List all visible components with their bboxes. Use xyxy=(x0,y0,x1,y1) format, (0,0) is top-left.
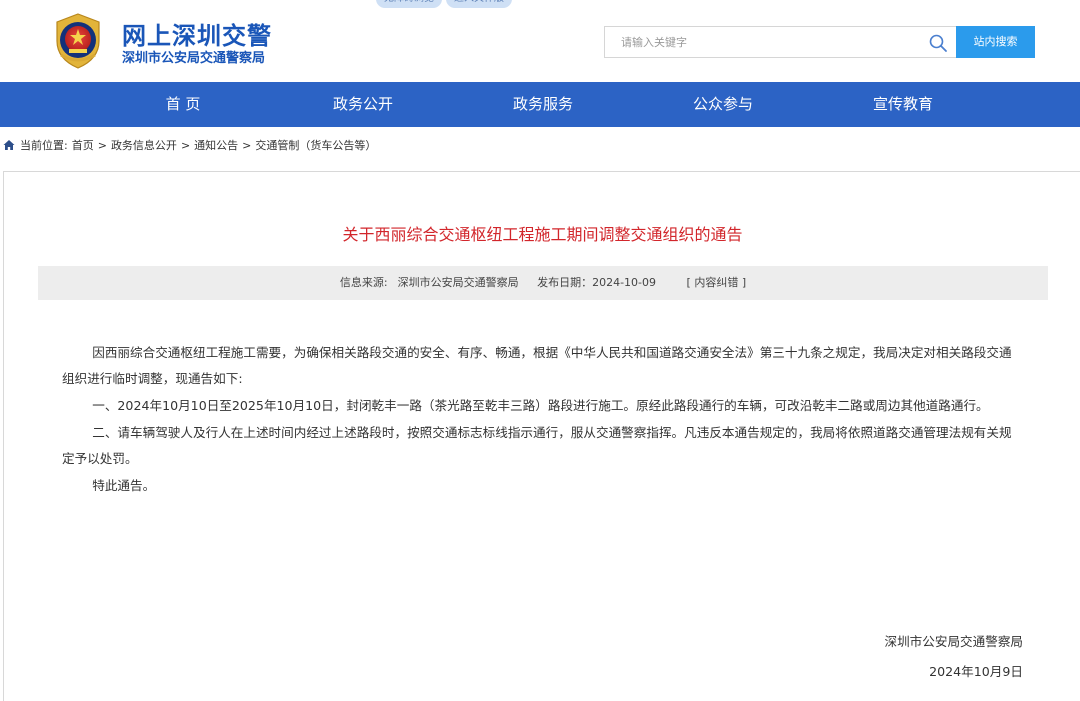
breadcrumb-label: 当前位置: xyxy=(20,139,68,152)
signature-date: 2024年10月9日 xyxy=(929,664,1023,679)
breadcrumb-notices[interactable]: 通知公告 xyxy=(194,137,238,153)
article-body: 因西丽综合交通枢纽工程施工需要，为确保相关路段交通的安全、有序、畅通，根据《中华… xyxy=(62,340,1024,500)
search-box xyxy=(604,26,956,58)
site-subtitle: 深圳市公安局交通警察局 xyxy=(122,51,266,66)
article-paragraph: 一、2024年10月10日至2025年10月10日，封闭乾丰一路（茶光路至乾丰三… xyxy=(92,398,989,413)
main-nav: 首 页 政务公开 政务服务 公众参与 宣传教育 xyxy=(0,82,1080,127)
article-signature: 深圳市公安局交通警察局 2024年10月9日 xyxy=(884,627,1023,687)
breadcrumb-home[interactable]: 首页 xyxy=(72,137,94,153)
source-label: 信息来源: xyxy=(339,276,388,289)
home-icon xyxy=(3,140,15,150)
source-value: 深圳市公安局交通警察局 xyxy=(397,276,519,289)
site-search-button[interactable]: 站内搜索 xyxy=(956,26,1035,58)
breadcrumb-separator: > xyxy=(97,138,107,152)
nav-item-home[interactable]: 首 页 xyxy=(93,82,273,127)
breadcrumb-separator: > xyxy=(242,138,252,152)
date-value: 2024-10-09 xyxy=(592,276,657,289)
article-meta-bar: 信息来源: 深圳市公安局交通警察局 发布日期：2024-10-09 [ 内容纠错 … xyxy=(38,266,1048,300)
site-title[interactable]: 网上深圳交警 xyxy=(122,16,272,51)
article-paragraph: 因西丽综合交通枢纽工程施工需要，为确保相关路段交通的安全、有序、畅通，根据《中华… xyxy=(62,345,1012,386)
article-title: 关于西丽综合交通枢纽工程施工期间调整交通组织的通告 xyxy=(342,225,743,244)
signature-org: 深圳市公安局交通警察局 xyxy=(884,634,1023,649)
content-correction-link[interactable]: [ 内容纠错 ] xyxy=(687,276,747,289)
breadcrumb-traffic-control[interactable]: 交通管制（货车公告等） xyxy=(255,137,376,153)
nav-item-public-participation[interactable]: 公众参与 xyxy=(633,82,813,127)
nav-item-gov-affairs-open[interactable]: 政务公开 xyxy=(273,82,453,127)
search-input[interactable] xyxy=(605,27,905,57)
breadcrumb-separator: > xyxy=(180,138,191,152)
site-header: 网上深圳交警 深圳市公安局交通警察局 站内搜索 xyxy=(0,0,1080,82)
breadcrumb: 当前位置: 首页 > 政务信息公开 > 通知公告 > 交通管制（货车公告等） xyxy=(3,137,380,153)
article-panel: 关于西丽综合交通枢纽工程施工期间调整交通组织的通告 信息来源: 深圳市公安局交通警… xyxy=(3,171,1080,701)
breadcrumb-gov-info[interactable]: 政务信息公开 xyxy=(111,137,177,153)
police-emblem-icon xyxy=(56,13,100,69)
article-paragraph: 特此通告。 xyxy=(92,478,156,493)
nav-item-gov-services[interactable]: 政务服务 xyxy=(453,82,633,127)
nav-item-publicity-education[interactable]: 宣传教育 xyxy=(813,82,993,127)
date-label: 发布日期： xyxy=(537,276,593,289)
search-icon[interactable] xyxy=(928,33,948,53)
article-paragraph: 二、请车辆驾驶人及行人在上述时间内经过上述路段时，按照交通标志标线指示通行，服从… xyxy=(62,425,1012,466)
